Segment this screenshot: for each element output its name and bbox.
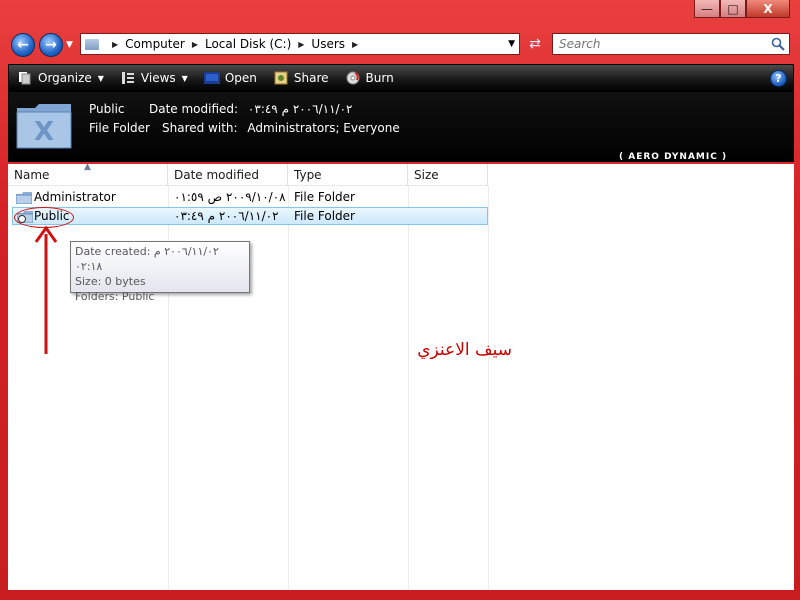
burn-label: Burn xyxy=(365,71,394,85)
open-icon xyxy=(203,70,220,86)
column-divider xyxy=(288,186,289,590)
close-button[interactable]: X xyxy=(746,0,790,18)
chevron-down-icon: ▼ xyxy=(97,73,104,83)
column-header-date-modified[interactable]: Date modified xyxy=(168,164,288,186)
refresh-icon: ⇄ xyxy=(529,36,541,52)
column-header-name[interactable]: ▲ Name xyxy=(8,162,168,186)
annotation-arrow-icon xyxy=(34,226,58,354)
folder-icon: X xyxy=(16,104,72,149)
explorer-window: — □ X ← → ▼ ▶ Computer ▶ Local Disk (C:)… xyxy=(0,0,800,600)
column-header-label: Type xyxy=(294,167,322,182)
row-type: File Folder xyxy=(294,209,355,223)
date-modified-value: ٢٠٠٦/١١/٠٢ م ٠٣:٤٩ xyxy=(247,102,353,116)
folder-icon xyxy=(85,38,99,50)
svg-text:X: X xyxy=(34,117,54,147)
views-icon xyxy=(120,70,136,86)
shared-with-value: Administrators; Everyone xyxy=(247,121,400,135)
column-header-size[interactable]: Size xyxy=(408,164,488,186)
arrow-left-icon: ← xyxy=(17,37,29,53)
tooltip-folders: Folders: Public xyxy=(75,290,155,303)
views-button[interactable]: Views ▼ xyxy=(112,65,196,91)
share-label: Share xyxy=(293,71,329,85)
address-bar[interactable]: ▶ Computer ▶ Local Disk (C:) ▶ Users ▶ ▼ xyxy=(80,33,520,55)
open-label: Open xyxy=(224,71,257,85)
column-header-label: Name xyxy=(14,167,50,182)
folder-tooltip: Date created: ٢٠٠٦/١١/٠٢ م ٠٢:١٨ Size: 0… xyxy=(70,241,250,303)
organize-label: Organize xyxy=(38,71,92,85)
chevron-right-icon[interactable]: ▶ xyxy=(112,40,118,49)
share-icon xyxy=(273,70,289,86)
organize-icon xyxy=(17,70,33,86)
refresh-button[interactable]: ⇄ xyxy=(522,33,548,55)
folder-icon xyxy=(16,192,32,204)
row-date-modified: ٢٠٠٦/١١/٠٢ م ٠٣:٤٩ xyxy=(174,209,279,223)
caption-buttons: — □ X xyxy=(694,0,790,18)
breadcrumb-computer[interactable]: Computer xyxy=(125,37,185,51)
views-label: Views xyxy=(140,71,176,85)
chevron-right-icon[interactable]: ▶ xyxy=(298,40,304,49)
sort-ascending-icon: ▲ xyxy=(84,162,91,172)
selected-item-name: Public xyxy=(89,102,125,116)
chevron-down-icon: ▼ xyxy=(181,73,188,83)
row-type: File Folder xyxy=(294,190,355,204)
chevron-right-icon[interactable]: ▶ xyxy=(192,40,198,49)
date-modified-label: Date modified: xyxy=(149,102,239,116)
table-row[interactable]: Public ٢٠٠٦/١١/٠٢ م ٠٣:٤٩ File Folder xyxy=(12,207,488,225)
breadcrumb-local-disk[interactable]: Local Disk (C:) xyxy=(205,37,291,51)
shared-with-label: Shared with: xyxy=(162,121,238,135)
forward-button[interactable]: → xyxy=(39,33,63,57)
annotation-circle xyxy=(14,207,74,228)
search-box[interactable] xyxy=(552,33,790,55)
back-button[interactable]: ← xyxy=(11,33,35,57)
theme-logo: ( AERO DYNAMIC ) xyxy=(619,152,728,162)
column-divider xyxy=(488,186,489,590)
file-list: ▲ Name Date modified Type Size Administr… xyxy=(8,162,794,590)
selected-item-type: File Folder xyxy=(89,121,150,135)
search-icon[interactable] xyxy=(771,37,785,51)
date-modified-property: Date modified: ٢٠٠٦/١١/٠٢ م ٠٣:٤٩ xyxy=(149,102,352,116)
command-bar: Organize ▼ Views ▼ Open Share Burn ? xyxy=(8,64,794,92)
tooltip-date-created: Date created: ٢٠٠٦/١١/٠٢ م ٠٢:١٨ xyxy=(75,245,219,273)
column-header-type[interactable]: Type xyxy=(288,164,408,186)
shared-with-property: Shared with: Administrators; Everyone xyxy=(162,121,400,135)
chevron-right-icon[interactable]: ▶ xyxy=(352,40,358,49)
help-icon[interactable]: ? xyxy=(770,70,787,87)
burn-icon xyxy=(345,70,361,86)
burn-button[interactable]: Burn xyxy=(337,65,402,91)
organize-button[interactable]: Organize ▼ xyxy=(9,65,112,91)
address-dropdown-icon[interactable]: ▼ xyxy=(508,39,515,49)
open-button[interactable]: Open xyxy=(196,65,265,91)
table-row[interactable]: Administrator ٢٠٠٩/١٠/٠٨ ص ٠١:٥٩ File Fo… xyxy=(12,189,488,207)
breadcrumb-users[interactable]: Users xyxy=(311,37,345,51)
maximize-button[interactable]: □ xyxy=(720,0,746,18)
column-header-label: Date modified xyxy=(174,167,260,182)
row-name: Administrator xyxy=(34,190,116,204)
tooltip-size: Size: 0 bytes xyxy=(75,275,146,288)
minimize-button[interactable]: — xyxy=(694,0,720,18)
share-button[interactable]: Share xyxy=(265,65,337,91)
recent-pages-dropdown[interactable]: ▼ xyxy=(66,40,73,50)
annotation-text: سيف الاعنزي xyxy=(417,340,512,360)
details-pane: X Public File Folder Date modified: ٢٠٠٦… xyxy=(8,92,794,162)
arrow-right-icon: → xyxy=(45,37,57,53)
column-header-label: Size xyxy=(414,167,439,182)
row-date-modified: ٢٠٠٩/١٠/٠٨ ص ٠١:٥٩ xyxy=(174,190,286,204)
search-input[interactable] xyxy=(559,37,759,51)
column-divider xyxy=(408,186,409,590)
